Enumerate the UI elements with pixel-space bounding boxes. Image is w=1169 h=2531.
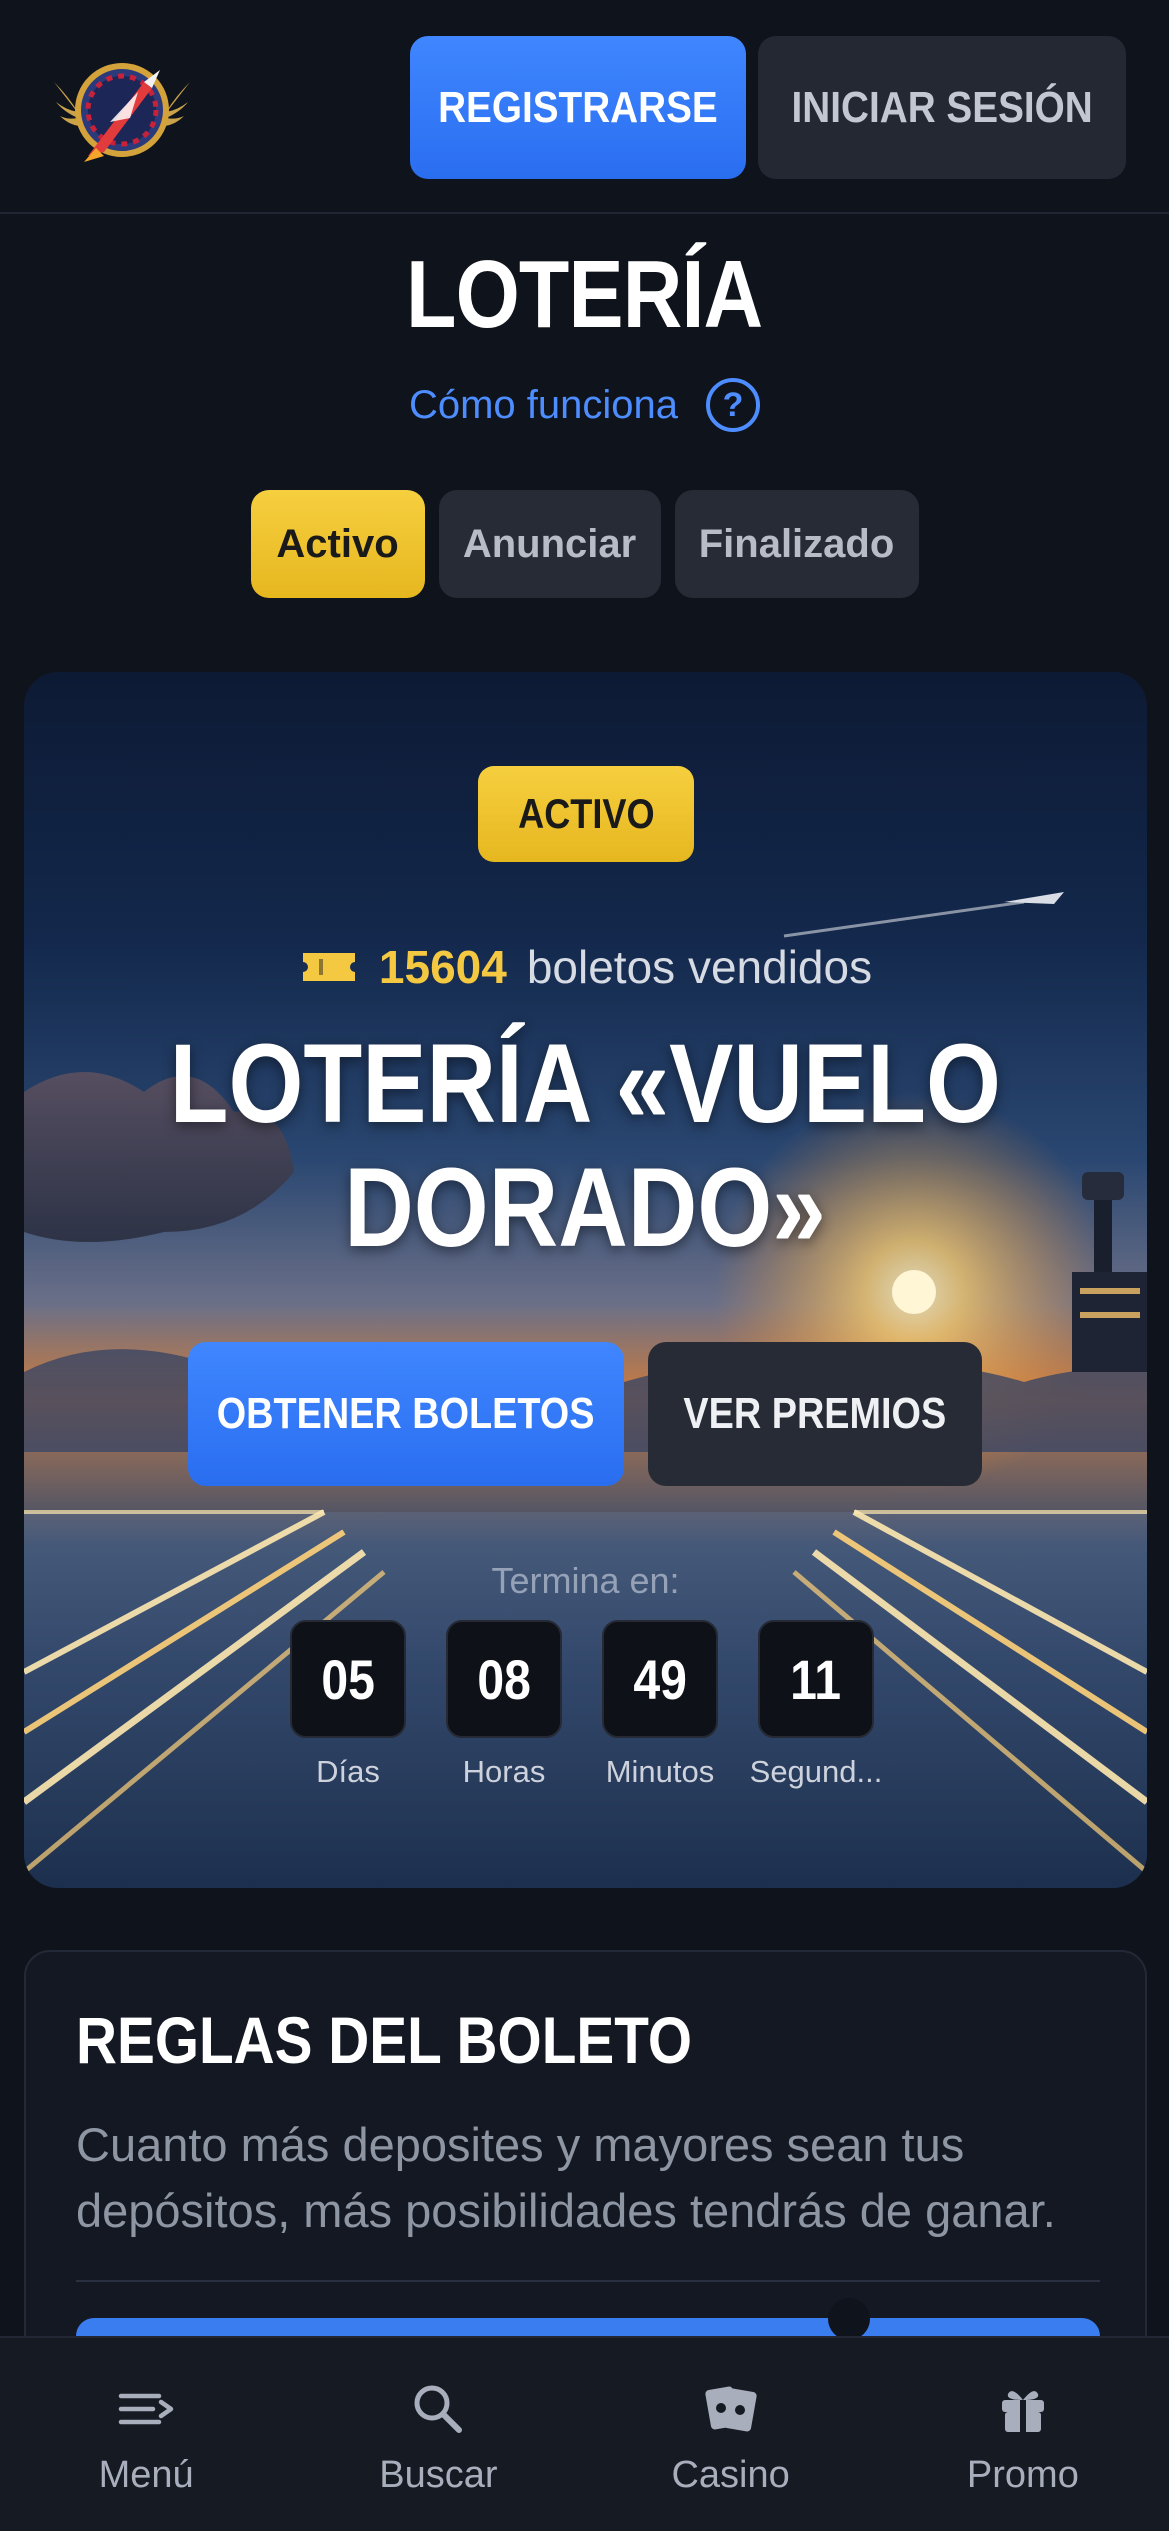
tickets-label: boletos vendidos [526, 941, 873, 993]
nav-label-menu: Menú [98, 2454, 194, 2496]
lottery-hero-card: ACTIVO 15604 boletos vendidos LOTERÍA «V… [24, 672, 1147, 1888]
brand-logo[interactable] [48, 52, 196, 170]
nav-label-casino: Casino [671, 2454, 790, 2496]
rules-description: Cuanto más deposites y mayores sean tus … [76, 2118, 1056, 2237]
get-tickets-button[interactable]: OBTENER BOLETOS [188, 1342, 624, 1486]
rules-title: REGLAS DEL BOLETO [76, 2003, 693, 2077]
top-header: REGISTRARSE INICIAR SESIÓN [0, 0, 1169, 214]
search-icon [414, 2385, 463, 2433]
help-circle-icon[interactable]: ? [706, 378, 761, 432]
ticket-icon [302, 953, 355, 981]
nav-label-promo: Promo [966, 2454, 1079, 2496]
progress-knob[interactable] [828, 2298, 870, 2340]
nav-label-search: Buscar [379, 2454, 498, 2496]
login-button[interactable]: INICIAR SESIÓN [758, 36, 1126, 179]
tab-activo[interactable]: Activo [250, 490, 425, 598]
nav-item-casino[interactable]: Casino [585, 2338, 877, 2531]
bottom-navigation: Menú Buscar Casino Promo [0, 2336, 1169, 2531]
tab-anunciar[interactable]: Anunciar [438, 490, 661, 598]
nav-item-promo[interactable]: Promo [877, 2338, 1169, 2531]
countdown-timer: 05 Días 08 Horas 49 Minutos 11 Segund... [280, 1620, 900, 1800]
tab-finalizado[interactable]: Finalizado [674, 490, 919, 598]
how-it-works-label[interactable]: Cómo funciona [409, 383, 678, 428]
nav-item-search[interactable]: Buscar [292, 2338, 584, 2531]
page-title: LOTERÍA [406, 241, 763, 348]
view-prizes-button[interactable]: VER PREMIOS [648, 1342, 982, 1486]
register-button[interactable]: REGISTRARSE [410, 36, 746, 179]
tickets-count: 15604 [378, 941, 507, 993]
menu-icon [118, 2393, 174, 2425]
cards-icon [704, 2386, 757, 2432]
how-it-works-link[interactable]: Cómo funciona ? [0, 378, 1169, 432]
countdown-hours: 08 Horas [436, 1620, 572, 1790]
countdown-days: 05 Días [280, 1620, 416, 1790]
ends-in-label: Termina en: [491, 1560, 680, 1601]
tickets-sold-counter: 15604 boletos vendidos [24, 940, 1147, 994]
lottery-status-tabs: Activo Anunciar Finalizado [0, 490, 1169, 598]
countdown-seconds: 11 Segund... [748, 1620, 884, 1790]
countdown-minutes: 49 Minutos [592, 1620, 728, 1790]
lottery-page: REGISTRARSE INICIAR SESIÓN LOTERÍA Cómo … [0, 0, 1169, 2531]
status-badge: ACTIVO [478, 766, 694, 862]
divider [76, 2280, 1100, 2282]
nav-item-menu[interactable]: Menú [0, 2338, 292, 2531]
gift-icon [1001, 2391, 1044, 2432]
lottery-title: LOTERÍA «VUELO DORADO» [169, 1021, 1002, 1270]
